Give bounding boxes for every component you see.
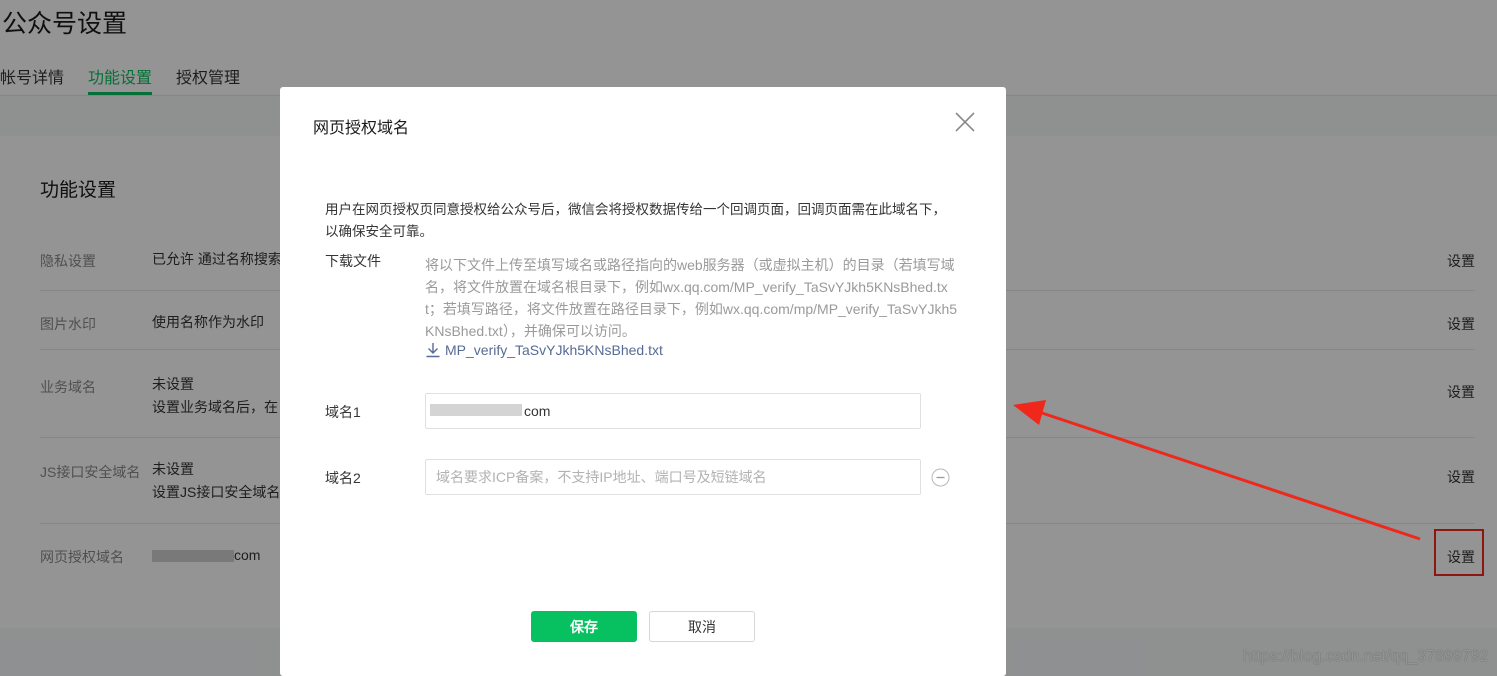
download-hint: 将以下文件上传至填写域名或路径指向的web服务器（或虚拟主机）的目录（若填写域名… bbox=[425, 257, 958, 339]
domain1-label: 域名1 bbox=[325, 404, 361, 420]
cancel-button[interactable]: 取消 bbox=[649, 611, 755, 642]
download-label: 下载文件 bbox=[325, 253, 381, 269]
domain2-label: 域名2 bbox=[325, 470, 361, 486]
remove-domain-icon[interactable] bbox=[931, 468, 950, 487]
redacted-text bbox=[430, 404, 522, 416]
domain2-input[interactable] bbox=[425, 459, 921, 495]
download-file-name: MP_verify_TaSvYJkh5KNsBhed.txt bbox=[445, 342, 663, 358]
oauth-domain-dialog: 网页授权域名 用户在网页授权页同意授权给公众号后，微信会将授权数据传给一个回调页… bbox=[280, 87, 1006, 676]
dialog-description: 用户在网页授权页同意授权给公众号后，微信会将授权数据传给一个回调页面，回调页面需… bbox=[325, 202, 946, 239]
dialog-title: 网页授权域名 bbox=[313, 120, 410, 137]
close-icon[interactable] bbox=[952, 109, 978, 135]
download-icon bbox=[426, 343, 440, 358]
save-button[interactable]: 保存 bbox=[531, 611, 637, 642]
download-file-link[interactable]: MP_verify_TaSvYJkh5KNsBhed.txt bbox=[425, 342, 663, 358]
